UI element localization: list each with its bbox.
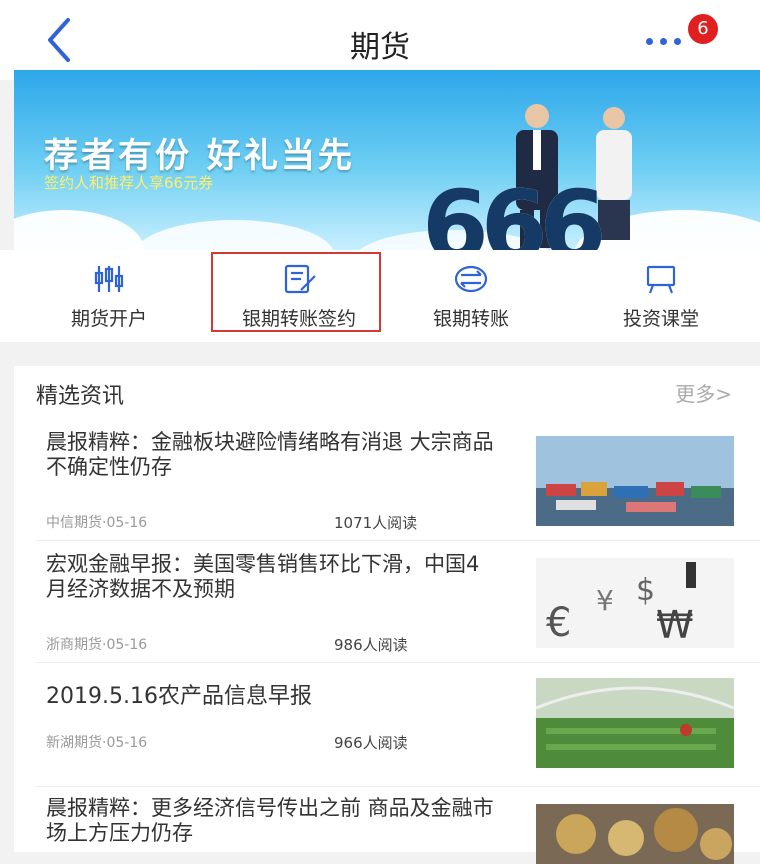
svg-text:₩: ₩ (656, 603, 694, 647)
banner-subline: 签约人和推荐人享66元券 (44, 174, 214, 192)
news-item[interactable]: 宏观金融早报：美国零售销售环比下滑，中国4月经济数据不及预期 浙商期货·05-1… (14, 542, 760, 662)
bars-sliders-icon (94, 266, 124, 292)
news-headline: 晨报精粹：金融板块避险情绪略有消退 大宗商品不确定性仍存 (46, 430, 494, 479)
notification-badge: 6 (688, 14, 718, 44)
classroom-board-icon (646, 265, 676, 294)
svg-text:$: $ (636, 573, 655, 608)
banner-number: 666 (422, 170, 606, 250)
news-reads: 986人阅读 (334, 636, 408, 654)
section-title: 精选资讯 (36, 384, 125, 409)
action-bank-futures-transfer[interactable]: 银期转账 (376, 250, 566, 342)
news-source: 新湖期货·05-16 (46, 735, 148, 751)
news-headline: 晨报精粹：更多经济信号传出之前 商品及金融市场上方压力仍存 (46, 796, 494, 845)
news-item[interactable]: 晨报精粹：金融板块避险情绪略有消退 大宗商品不确定性仍存 中信期货·05-16 … (14, 420, 760, 540)
more-link[interactable]: 更多> (675, 378, 732, 407)
action-investment-class[interactable]: 投资课堂 (566, 250, 756, 342)
promo-banner[interactable]: 荐者有份 好礼当先 签约人和推荐人享66元券 666 (14, 70, 760, 250)
news-thumbnail: € ¥ $ ₩ (536, 558, 734, 648)
transfer-icon (454, 265, 488, 293)
news-headline: 宏观金融早报：美国零售销售环比下滑，中国4月经济数据不及预期 (46, 552, 480, 601)
news-source: 中信期货·05-16 (46, 515, 148, 531)
svg-text:¥: ¥ (596, 584, 614, 617)
news-headline: 2019.5.16农产品信息早报 (46, 684, 312, 709)
news-thumbnail (536, 678, 734, 768)
news-reads: 1071人阅读 (334, 514, 418, 532)
action-futures-account[interactable]: 期货开户 (14, 250, 204, 342)
news-item[interactable]: 晨报精粹：更多经济信号传出之前 商品及金融市场上方压力仍存 (14, 788, 760, 864)
action-label: 投资课堂 (622, 308, 699, 330)
svg-text:€: € (546, 600, 571, 646)
news-item[interactable]: 2019.5.16农产品信息早报 新湖期货·05-16 966人阅读 (14, 664, 760, 786)
news-thumbnail (536, 804, 734, 864)
news-reads: 966人阅读 (334, 734, 408, 752)
banner-headline: 荐者有份 好礼当先 (44, 136, 355, 176)
highlight-frame (211, 252, 381, 332)
news-section: 精选资讯 更多> 晨报精粹：金融板块避险情绪略有消退 大宗商品不确定性仍存 中信… (14, 366, 760, 864)
news-source: 浙商期货·05-16 (46, 637, 148, 653)
action-label: 期货开户 (70, 308, 147, 330)
news-thumbnail (536, 436, 734, 526)
action-label: 银期转账 (432, 308, 509, 330)
